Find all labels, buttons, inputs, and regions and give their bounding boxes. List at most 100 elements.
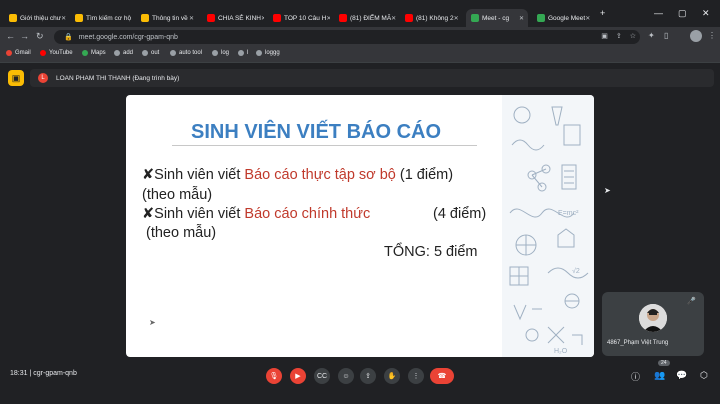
presenter-avatar: L — [38, 73, 48, 83]
mic-off-icon: 🎙 — [269, 373, 279, 380]
tab-label: TOP 10 Câu H — [284, 14, 327, 22]
raise-hand-button[interactable]: ✋ — [384, 368, 400, 384]
bookmark-out[interactable]: out — [142, 50, 159, 56]
present-button[interactable]: ⇪ — [360, 368, 376, 384]
globe-icon — [142, 50, 148, 56]
back-icon[interactable]: ← — [6, 31, 15, 41]
close-icon[interactable]: ✕ — [519, 15, 524, 22]
tab-6[interactable]: (81) ĐIỂM MÃ ✕ — [334, 9, 396, 27]
tab-8-active[interactable]: Meet - cg ✕ — [466, 9, 528, 27]
meeting-code: cgr-gpam-qnb — [33, 370, 77, 377]
close-window-icon[interactable]: ✕ — [702, 8, 710, 19]
clock-time: 18:31 — [10, 370, 28, 377]
slide-line-4: (theo mẫu) — [146, 225, 217, 241]
bookmark-log[interactable]: log — [212, 50, 229, 56]
camera-off-button[interactable]: ▶ — [290, 368, 306, 384]
close-icon[interactable]: ✕ — [189, 15, 194, 22]
menu-icon[interactable]: ⋮ — [708, 31, 716, 40]
close-icon[interactable]: ✕ — [261, 15, 264, 22]
mic-muted-icon: 🎤 — [687, 298, 696, 305]
participant-tile[interactable]: 🎤 4867_Phạm Việt Trung — [602, 292, 704, 356]
bookmark-label: add — [123, 50, 134, 56]
bookmark-youtube[interactable]: YouTube — [40, 50, 73, 56]
line1-highlight: Báo cáo thực tập sơ bộ — [244, 167, 396, 183]
present-screen-icon: ⇪ — [365, 373, 371, 380]
meet-icon — [471, 14, 479, 22]
extensions-icon[interactable]: ✦ — [648, 31, 655, 40]
tab-label: Google Meet — [548, 14, 586, 22]
url-input[interactable]: 🔒 meet.google.com/cgr-gpam-qnb ▣ ⇪ ☆ — [54, 30, 640, 44]
camera-off-icon: ▶ — [295, 373, 301, 380]
presentation-icon[interactable]: ▣ — [8, 70, 24, 86]
leave-call-button[interactable]: ☎ — [430, 368, 454, 384]
forward-icon[interactable]: → — [20, 31, 29, 41]
tab-9[interactable]: Google Meet ✕ — [532, 9, 594, 27]
presenter-label: LOAN PHAM THI THANH (Đang trình bày) — [56, 74, 180, 82]
tab-4[interactable]: CHIA SẺ KINH ✕ — [202, 9, 264, 27]
activities-icon[interactable]: ⬡ — [700, 370, 708, 381]
slide-total: TỔNG: 5 điểm — [384, 244, 478, 260]
bookmark-loggg[interactable]: loggg — [256, 50, 280, 56]
bookmark-maps[interactable]: Maps — [82, 50, 106, 56]
maps-icon — [82, 50, 88, 56]
address-bar-row: ← → ↻ 🔒 meet.google.com/cgr-gpam-qnb ▣ ⇪… — [0, 27, 720, 47]
bookmarks-bar: Gmail YouTube Maps add out auto tool log… — [0, 47, 720, 63]
browser-tab-bar: Giới thiệu chư✕ Tìm kiếm cơ hộ✕ Thông ti… — [0, 0, 720, 27]
slide-title: SINH VIÊN VIẾT BÁO CÁO — [190, 121, 442, 143]
mic-off-button[interactable]: 🎙 — [266, 368, 282, 384]
bookmark-label: Gmail — [15, 50, 31, 56]
mouse-cursor: ➤ — [604, 186, 611, 195]
close-icon[interactable]: ✕ — [131, 15, 132, 22]
tab-label: Meet - cg — [482, 14, 510, 22]
youtube-icon — [339, 14, 347, 22]
youtube-icon — [40, 50, 46, 56]
share-icon[interactable]: ⇪ — [616, 32, 622, 40]
favicon-icon — [75, 14, 83, 22]
tab-2[interactable]: Tìm kiếm cơ hộ✕ — [70, 9, 132, 27]
info-icon[interactable]: ⓘ — [631, 370, 640, 383]
captions-button[interactable]: CC — [314, 368, 330, 384]
participant-name: 4867_Phạm Việt Trung — [607, 340, 669, 346]
minimize-icon[interactable]: — — [654, 8, 663, 18]
sidepanel-icon[interactable]: ▯ — [664, 31, 668, 40]
profile-avatar[interactable] — [690, 30, 702, 42]
maximize-icon[interactable]: ▢ — [678, 8, 687, 19]
tab-1[interactable]: Giới thiệu chư ✕ — [4, 9, 66, 27]
camera-icon[interactable]: ▣ — [601, 32, 608, 40]
gmail-icon — [6, 50, 12, 56]
lock-icon: 🔒 — [64, 34, 73, 41]
bookmark-add[interactable]: add — [114, 50, 133, 56]
close-icon[interactable]: ✕ — [585, 15, 590, 22]
captions-icon: CC — [316, 372, 328, 380]
tab-7[interactable]: (81) Không 2 ✕ — [400, 9, 462, 27]
svg-text:E=mc²: E=mc² — [558, 210, 579, 217]
bookmark-auto-tool[interactable]: auto tool — [170, 50, 202, 56]
bookmark-l[interactable]: l — [238, 50, 248, 56]
emoji-button[interactable]: ☺ — [338, 368, 354, 384]
bookmark-gmail[interactable]: Gmail — [6, 50, 31, 56]
hang-up-icon: ☎ — [437, 373, 447, 380]
tab-3[interactable]: Thông tin về ✕ — [136, 9, 198, 27]
close-icon[interactable]: ✕ — [61, 15, 66, 22]
youtube-icon — [273, 14, 281, 22]
reload-icon[interactable]: ↻ — [36, 31, 44, 42]
tab-label: Tìm kiếm cơ hộ — [86, 14, 132, 22]
tab-label: (81) ĐIỂM MÃ — [350, 14, 392, 22]
close-icon[interactable]: ✕ — [454, 15, 459, 22]
new-tab-icon[interactable]: + — [600, 8, 605, 18]
close-icon[interactable]: ✕ — [326, 15, 330, 22]
svg-text:H₂O: H₂O — [554, 348, 568, 355]
close-icon[interactable]: ✕ — [391, 15, 396, 22]
chat-icon[interactable]: 💬 — [676, 370, 687, 381]
bookmark-label: l — [247, 50, 249, 56]
slide-line-2: (theo mẫu) — [142, 187, 213, 203]
meet-icon — [537, 14, 545, 22]
favicon-icon — [9, 14, 17, 22]
globe-icon — [170, 50, 176, 56]
separator: | — [29, 370, 32, 377]
people-icon[interactable]: 👥 — [654, 370, 665, 381]
line3-highlight: Báo cáo chính thức — [244, 206, 371, 222]
bookmark-star-icon[interactable]: ☆ — [630, 32, 636, 40]
more-options-button[interactable]: ⋮ — [408, 368, 424, 384]
tab-5[interactable]: TOP 10 Câu H ✕ — [268, 9, 330, 27]
